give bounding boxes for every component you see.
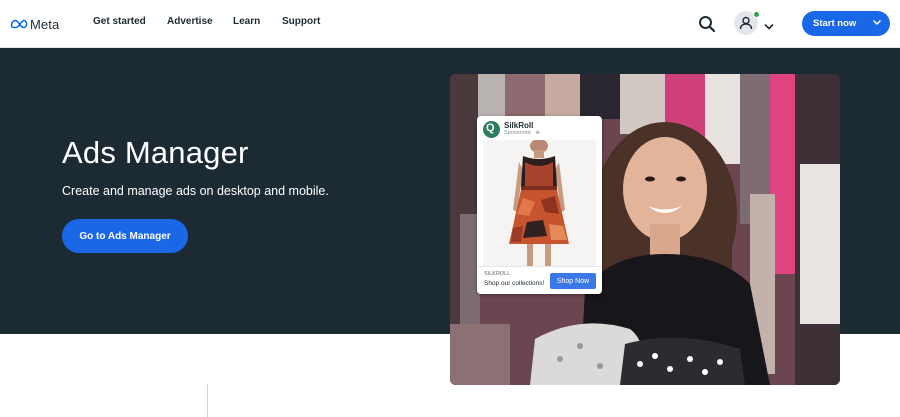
online-status-dot [753,11,760,18]
product-image[interactable] [483,139,596,284]
logo-text: Meta [30,16,60,32]
hero-subtitle: Create and manage ads on desktop and mob… [62,184,329,198]
account-menu-toggle[interactable] [764,18,774,30]
brand-initial: Q [486,122,495,134]
page-title: Ads Manager [62,135,249,170]
chevron-down-icon [873,20,881,25]
chevron-down-icon [764,24,774,30]
nav-link-learn[interactable]: Learn [233,16,260,27]
nav-link-support[interactable]: Support [282,16,320,27]
sponsored-label: Sponsored · ⊕ [504,130,541,136]
meta-infinity-icon [10,19,28,29]
shop-now-button[interactable]: Shop Now [550,273,596,289]
ad-footer: SILKROLL Shop our collections! Shop Now [477,266,602,294]
ad-tagline: Shop our collections! [484,280,545,287]
section-divider [207,384,208,417]
brand-name[interactable]: SilkRoll [504,121,533,130]
start-now-button[interactable]: Start now [802,11,890,36]
top-navigation: Meta Get started Advertise Learn Support… [0,0,900,48]
search-icon [699,16,716,33]
brand-logo[interactable]: Q [483,121,500,138]
nav-link-advertise[interactable]: Advertise [167,16,213,27]
start-now-label: Start now [813,18,857,29]
user-icon [739,16,753,30]
search-button[interactable] [696,13,718,35]
nav-link-get-started[interactable]: Get started [93,16,146,27]
go-to-ads-manager-button[interactable]: Go to Ads Manager [62,219,188,253]
ad-preview-card[interactable]: Q SilkRoll Sponsored · ⊕ SILKROLL Shop o… [477,116,602,294]
meta-logo[interactable]: Meta [10,15,59,33]
ad-domain: SILKROLL [484,271,511,277]
dress-illustration [483,139,596,266]
